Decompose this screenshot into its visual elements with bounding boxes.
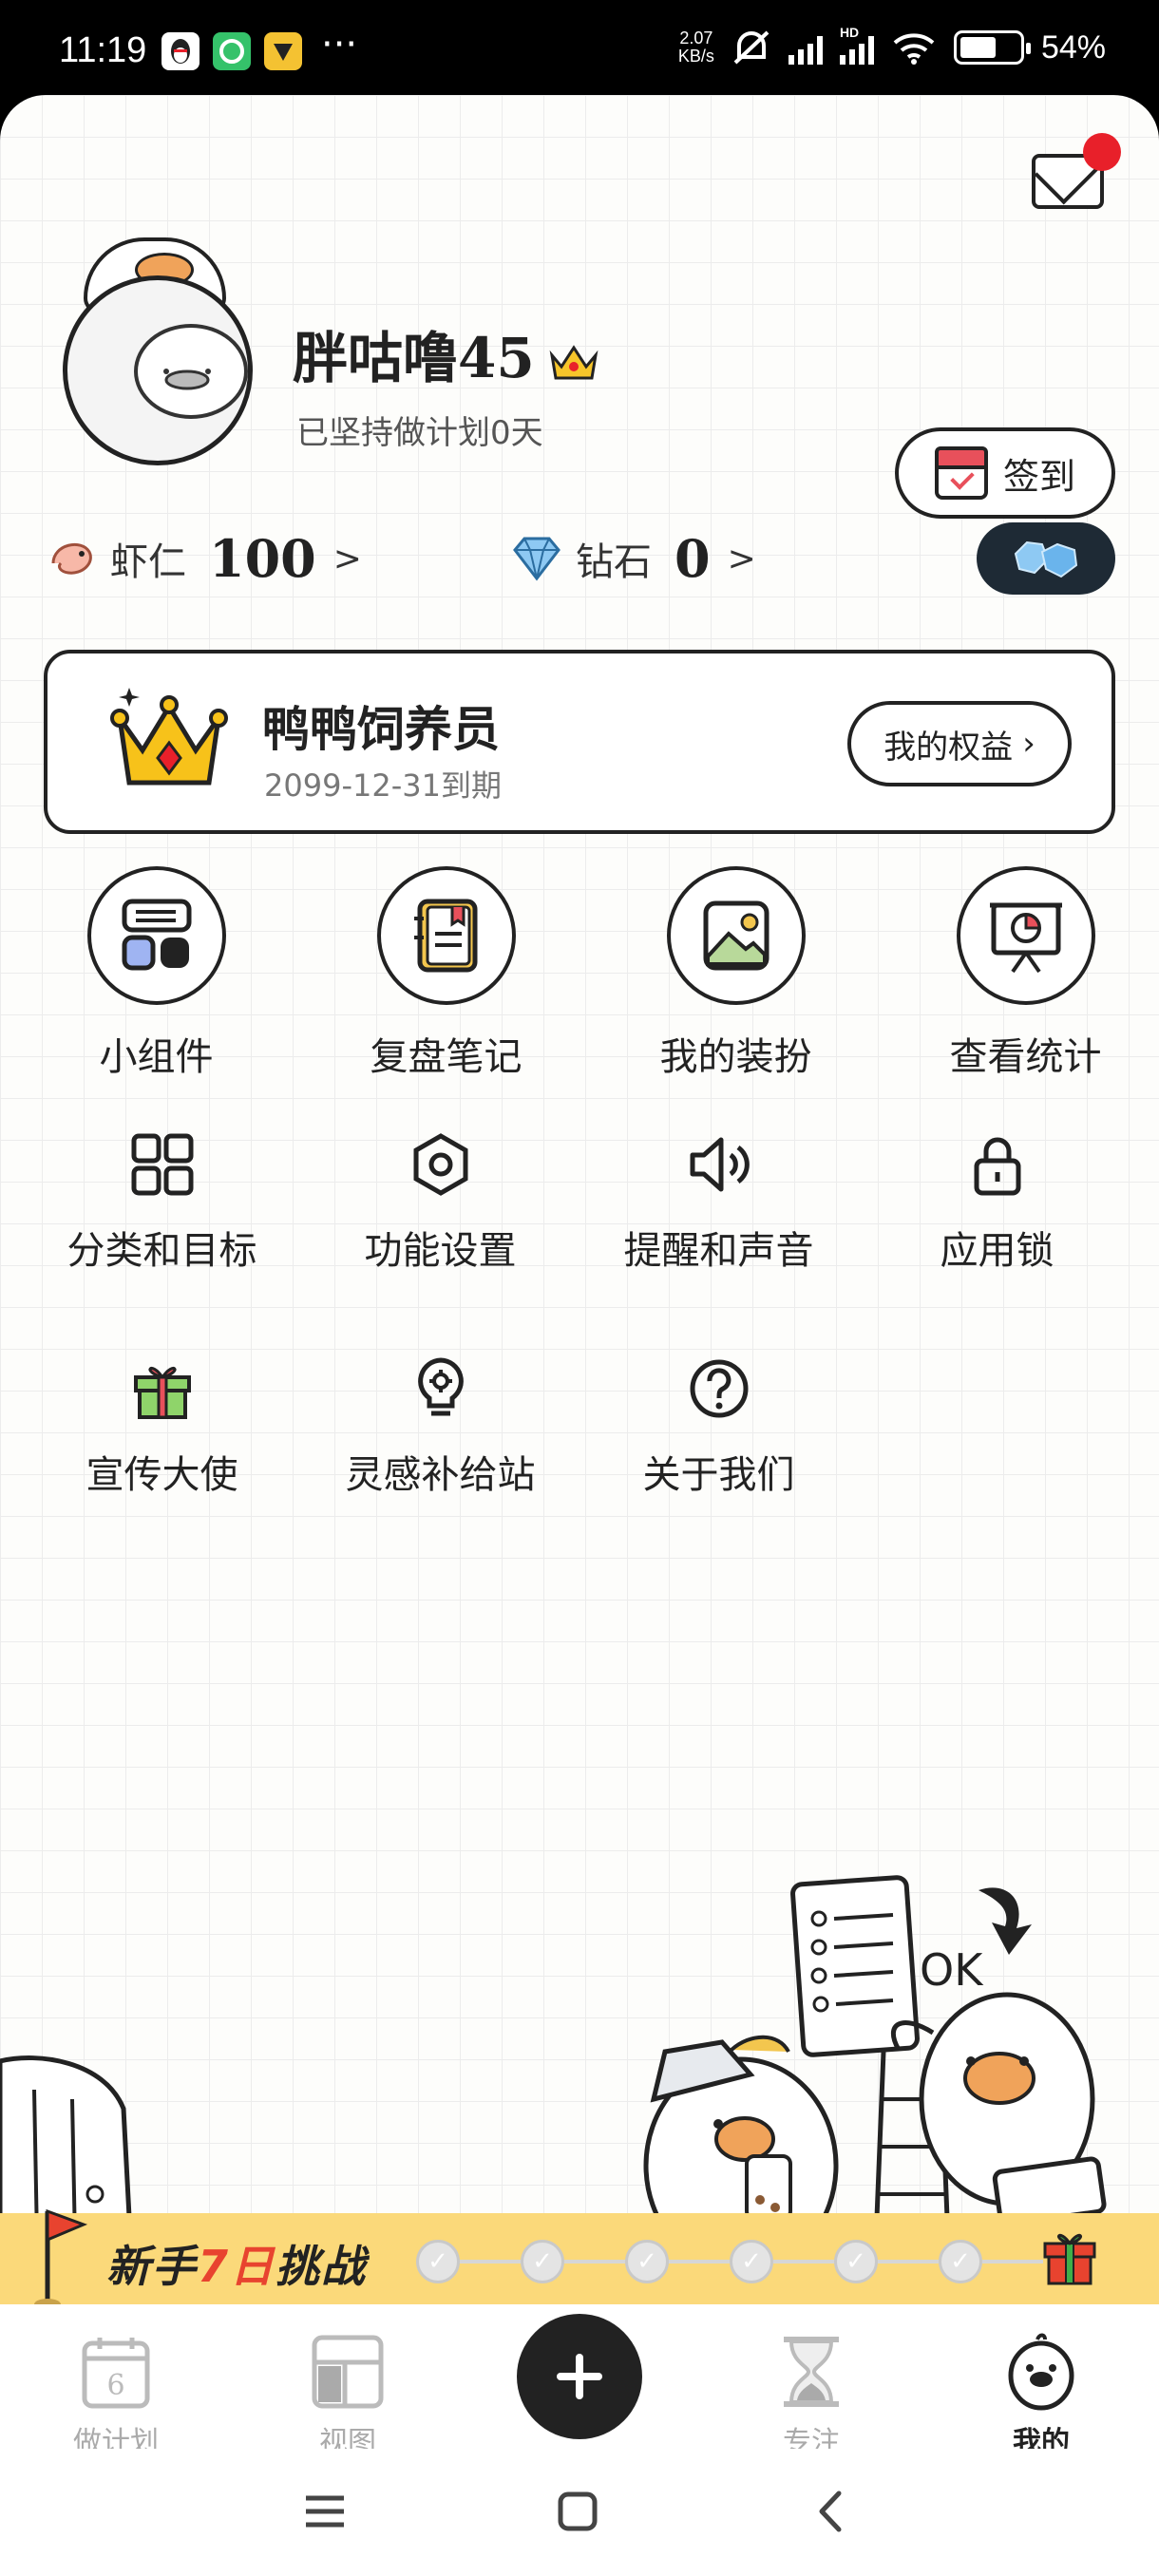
step-check-icon: ✓ (834, 2240, 878, 2283)
hourglass-icon (773, 2331, 849, 2413)
question-icon (681, 1351, 757, 1427)
network-speed: 2.07 KB/s (677, 28, 714, 66)
lock-icon (960, 1127, 1036, 1203)
tool-categories-goals[interactable]: 分类和目标 (23, 1127, 301, 1275)
tool-reminder-sound[interactable]: 提醒和声音 (580, 1127, 858, 1275)
mail-icon[interactable] (1032, 133, 1121, 209)
avatar[interactable] (55, 237, 264, 465)
svg-text:OK: OK (920, 1944, 984, 1996)
notebook-icon (376, 866, 516, 1005)
widget-icon (86, 866, 226, 1005)
feature-statistics[interactable]: 查看统计 (892, 866, 1159, 1081)
challenge-title: 新手7日挑战 (106, 2241, 368, 2292)
lightbulb-icon (403, 1351, 479, 1427)
reward-gift-icon (1043, 2233, 1096, 2285)
menu-icon[interactable] (296, 2483, 353, 2540)
nav-view[interactable]: 视图 (272, 2331, 424, 2460)
duck-profile-icon (1003, 2331, 1079, 2413)
nav-mine[interactable]: 我的 (965, 2331, 1117, 2460)
feature-review-notes[interactable]: 复盘笔记 (313, 866, 580, 1081)
add-plan-button[interactable] (517, 2314, 642, 2439)
feature-row: 小组件 复盘笔记 我的装扮 查看统计 (0, 866, 1159, 1081)
nav-plan[interactable]: 6 做计划 (40, 2331, 192, 2460)
vip-crown-icon (548, 332, 599, 380)
signal-icon (788, 30, 823, 65)
tool-inspiration[interactable]: 灵感补给站 (301, 1351, 580, 1499)
my-benefits-button[interactable]: 我的权益 › (847, 701, 1072, 786)
unread-badge (1083, 133, 1121, 171)
status-bar: 11:19 ··· 2.07 KB/s HD 54% (0, 0, 1159, 104)
tool-app-lock[interactable]: 应用锁 (858, 1127, 1136, 1275)
nav-focus[interactable]: 专注 (735, 2331, 887, 2460)
back-icon[interactable] (802, 2483, 859, 2540)
diamond-icon (513, 537, 560, 581)
chevron-right-icon: › (1022, 725, 1036, 763)
step-check-icon: ✓ (521, 2240, 564, 2283)
diamond-balance[interactable]: 钻石 0 > (509, 528, 756, 589)
status-time: 11:19 (59, 30, 147, 70)
app-notification-icon-2 (264, 32, 302, 70)
step-check-icon: ✓ (416, 2240, 460, 2283)
membership-expire: 2099-12-31到期 (264, 767, 502, 804)
picture-icon (666, 866, 806, 1005)
feature-my-dressup[interactable]: 我的装扮 (602, 866, 869, 1081)
shrimp-balance[interactable]: 虾仁 100 > (44, 528, 362, 589)
plus-icon (557, 2354, 602, 2399)
avatar-image (63, 275, 253, 465)
gems-icon (1014, 540, 1078, 578)
tool-about-us[interactable]: 关于我们 (580, 1351, 858, 1499)
hexagon-settings-icon (403, 1127, 479, 1203)
qq-notification-icon (162, 32, 200, 70)
gem-shop-button[interactable] (977, 522, 1115, 595)
speaker-icon (681, 1127, 757, 1203)
gift-icon (124, 1351, 200, 1427)
notification-icons (162, 32, 302, 70)
battery-icon (953, 30, 1031, 65)
chevron-right-icon: > (727, 539, 756, 578)
shrimp-icon (51, 542, 92, 575)
newbie-challenge-banner[interactable]: 新手7日挑战 ✓ ✓ ✓ ✓ ✓ ✓ (0, 2208, 1159, 2310)
signal-hd-icon: HD (839, 25, 874, 65)
step-check-icon: ✓ (625, 2240, 669, 2283)
battery-percent: 54% (1040, 28, 1106, 66)
calendar-icon: 6 (78, 2331, 154, 2413)
mute-icon (733, 30, 770, 65)
calendar-check-icon (934, 446, 988, 500)
home-icon[interactable] (549, 2483, 606, 2540)
plan-streak: 已坚持做计划0天 (296, 414, 543, 452)
chart-board-icon (956, 866, 1095, 1005)
step-check-icon: ✓ (939, 2240, 982, 2283)
svg-text:6: 6 (106, 2369, 124, 2402)
membership-card[interactable]: 鸭鸭饲养员 2099-12-31到期 我的权益 › (44, 650, 1115, 834)
step-check-icon: ✓ (730, 2240, 773, 2283)
crown-icon (110, 688, 228, 786)
duck-illustration: OK (0, 1875, 1107, 2289)
layout-icon (310, 2331, 386, 2413)
status-indicators: 2.07 KB/s HD 54% (677, 25, 1106, 66)
chevron-right-icon: > (332, 539, 362, 578)
membership-title: 鸭鸭饲养员 (262, 701, 500, 757)
app-notification-icon (213, 32, 251, 70)
username: 胖咕噜45 (293, 313, 599, 393)
tools-grid: 分类和目标 功能设置 提醒和声音 应用锁 宣传大使 灵感补给站 关于我们 (23, 1127, 1136, 1499)
tool-ambassador[interactable]: 宣传大使 (23, 1351, 301, 1499)
system-navigation-bar (0, 2449, 1159, 2576)
tool-function-settings[interactable]: 功能设置 (301, 1127, 580, 1275)
checkin-button[interactable]: 签到 (895, 427, 1115, 519)
wifi-icon (893, 33, 935, 65)
feature-widget[interactable]: 小组件 (23, 866, 290, 1081)
profile-page: 胖咕噜45 已坚持做计划0天 签到 虾仁 100 > 钻石 0 > 鸭鸭饲养员 … (0, 95, 1159, 2576)
challenge-steps: ✓ ✓ ✓ ✓ ✓ ✓ (416, 2240, 1043, 2283)
flag-icon (34, 2208, 88, 2310)
grid-icon (124, 1127, 200, 1203)
more-notifications: ··· (321, 23, 358, 66)
